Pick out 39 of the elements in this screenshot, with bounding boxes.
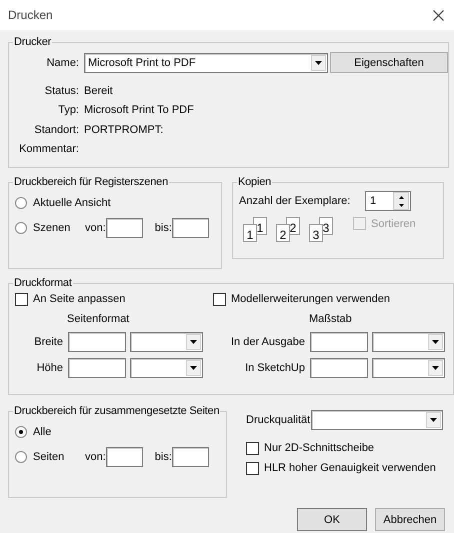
radio-label[interactable]: Alle <box>33 426 85 438</box>
field-label: bis: <box>154 222 172 234</box>
checkbox-label[interactable]: Nur 2D-Schnittscheibe <box>264 442 374 454</box>
field-value: Microsoft Print To PDF <box>84 104 194 116</box>
field-label: Höhe <box>36 362 63 374</box>
checkbox-label[interactable]: Modellerweiterungen verwenden <box>231 293 390 305</box>
copies-spinner[interactable]: 1 <box>365 191 411 211</box>
radio-label[interactable]: Seiten <box>33 450 85 462</box>
group-title: Druckbereich für zusammengesetzte Seiten <box>13 405 220 417</box>
field-label: In SketchUp <box>244 362 305 374</box>
field-value: Bereit <box>84 84 113 97</box>
field-label: bis: <box>154 450 172 462</box>
checkbox-label[interactable]: HLR hoher Genauigkeit verwenden <box>264 462 436 474</box>
group-title: Drucker <box>13 36 52 48</box>
properties-button[interactable]: Eigenschaften <box>330 52 448 73</box>
field-label: Anzahl der Exemplare: <box>239 195 352 207</box>
group-title: Druckbereich für Registerszenen <box>13 176 169 188</box>
field-label: In der Ausgabe <box>230 336 305 348</box>
field-label: Kommentar: <box>18 143 79 156</box>
field-label: Druckqualität <box>246 414 310 426</box>
field-label: von: <box>85 222 106 234</box>
field-value: PORTPROMPT: <box>84 124 164 136</box>
section-heading: Maßstab <box>308 312 353 327</box>
dialog-button[interactable]: Abbrechen <box>375 508 445 531</box>
checkbox-label[interactable]: An Seite anpassen <box>33 293 126 305</box>
group-title: Kopien <box>237 176 272 188</box>
dialog-button[interactable]: OK <box>297 508 367 531</box>
field-label: Typ: <box>57 104 79 116</box>
field-label: Breite <box>33 336 63 348</box>
section-heading: Seitenformat <box>66 312 130 327</box>
field-label: Standort: <box>33 124 79 136</box>
radio-label[interactable]: Aktuelle Ansicht <box>33 196 111 208</box>
window-title: Drucken <box>8 8 53 22</box>
group-title: Druckformat <box>13 277 73 289</box>
radio-label[interactable]: Szenen <box>33 222 85 234</box>
printer-dropdown[interactable]: Microsoft Print to PDF <box>84 52 328 72</box>
field-label: von: <box>85 450 106 462</box>
field-label: Name: <box>46 56 79 68</box>
field-label: Status: <box>44 84 79 97</box>
